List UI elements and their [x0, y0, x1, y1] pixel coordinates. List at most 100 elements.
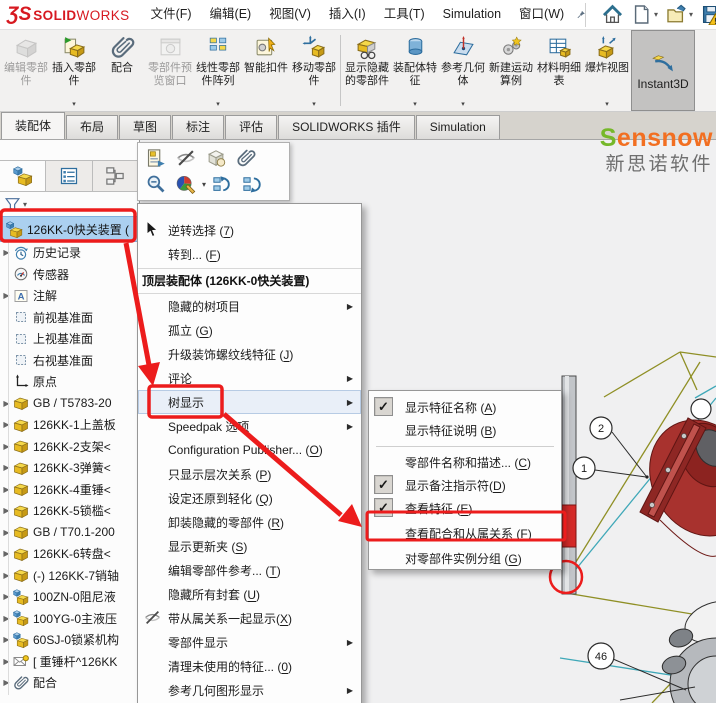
expand-arrow-icon[interactable]: ▶ — [0, 291, 13, 300]
chevron-down-icon[interactable]: ▾ — [413, 100, 417, 108]
ribbon-button-exploded-view[interactable]: 爆炸视图▾ — [583, 30, 631, 111]
tree-filter[interactable]: ▾ — [0, 192, 139, 216]
expand-arrow-icon[interactable]: ▶ — [0, 248, 13, 257]
tree-item[interactable]: 右视基准面 — [0, 350, 139, 372]
context-menu-item[interactable]: 零部件显示▶ — [138, 630, 361, 654]
submenu-item[interactable]: 对零部件实例分组 (G) — [369, 547, 561, 570]
context-menu-item[interactable]: Configuration Publisher... (O) — [138, 438, 361, 462]
context-menu-item[interactable]: 隐藏所有封套 (U) — [138, 582, 361, 606]
context-menu-item[interactable]: 带从属关系一起显示(X) — [138, 606, 361, 630]
expand-arrow-icon[interactable]: ▶ — [0, 528, 13, 537]
menubar-item[interactable]: 插入(I) — [320, 0, 375, 29]
collapse-items-icon[interactable] — [212, 174, 232, 194]
expand-arrow-icon[interactable]: ▶ — [0, 571, 13, 580]
tree-item[interactable]: ▶(-) 126KK-7销轴 — [0, 565, 139, 587]
tree-item[interactable]: 传感器 — [0, 264, 139, 286]
panel-tab-display-tab[interactable] — [46, 161, 92, 191]
submenu-item[interactable]: ✓查看特征 (E) — [369, 497, 561, 520]
pin-icon[interactable] — [577, 6, 585, 23]
magnifier-icon[interactable] — [146, 174, 166, 194]
submenu-item[interactable]: 查看配合和从属关系 (F) — [369, 520, 561, 547]
submenu-item[interactable]: ✓显示特征名称 (A) — [369, 396, 561, 419]
tree-item[interactable]: 前视基准面 — [0, 307, 139, 329]
hide-icon[interactable] — [176, 148, 196, 168]
tree-item[interactable]: ▶126KK-2支架< — [0, 436, 139, 458]
chevron-down-icon[interactable]: ▾ — [72, 100, 76, 108]
insert-into-icon[interactable] — [146, 148, 166, 168]
tree-item[interactable]: ▶126KK-5锁槛< — [0, 500, 139, 522]
ribbon-button-smart-fasteners[interactable]: 智能扣件 — [242, 30, 290, 111]
context-menu-item[interactable]: 隐藏的树项目▶ — [138, 294, 361, 318]
context-menu-item[interactable]: 卸装隐藏的零部件 (R) — [138, 510, 361, 534]
tree-item[interactable]: ▶A注解 — [0, 285, 139, 307]
expand-arrow-icon[interactable]: ▶ — [0, 463, 13, 472]
reorder-icon[interactable] — [242, 174, 262, 194]
chevron-down-icon[interactable]: ▾ — [312, 100, 316, 108]
tree-item[interactable]: ▶配合 — [0, 672, 139, 694]
ribbon-button-instant3d[interactable]: Instant3D — [631, 30, 695, 111]
tree-item[interactable]: ▶100ZN-0阻尼液 — [0, 586, 139, 608]
paperclip-icon[interactable] — [236, 148, 256, 168]
menubar-item[interactable]: 窗口(W) — [510, 0, 573, 29]
command-tab[interactable]: SOLIDWORKS 插件 — [278, 115, 415, 139]
menubar-item[interactable]: 视图(V) — [260, 0, 320, 29]
context-menu-item[interactable]: 转到... (F) — [138, 242, 361, 266]
save-document-button[interactable] — [701, 4, 716, 25]
context-menu-item[interactable]: 编辑零部件参考... (T) — [138, 558, 361, 582]
tree-item[interactable]: ▶126KK-3弹簧< — [0, 457, 139, 479]
command-tab[interactable]: 评估 — [225, 115, 277, 139]
open-document-button[interactable]: ▾ — [666, 4, 693, 25]
tree-item[interactable]: 原点 — [0, 371, 139, 393]
chevron-down-icon[interactable]: ▾ — [689, 10, 693, 19]
new-document-button[interactable]: ▾ — [631, 4, 658, 25]
ribbon-button-motion-study[interactable]: 新建运动算例 — [487, 30, 535, 111]
ribbon-button-assembly-features[interactable]: 装配体特征▾ — [391, 30, 439, 111]
menubar-item[interactable]: 文件(F) — [142, 0, 201, 29]
submenu-item[interactable]: 显示特征说明 (B) — [369, 419, 561, 442]
tree-item[interactable]: ▶GB / T5783-20 — [0, 393, 139, 415]
tree-item[interactable]: ▶126KK-6转盘< — [0, 543, 139, 565]
appearance-icon[interactable] — [176, 174, 196, 194]
ribbon-button-insert-component[interactable]: 插入零部件▾ — [50, 30, 98, 111]
command-tab[interactable]: 装配体 — [1, 112, 65, 139]
expand-arrow-icon[interactable]: ▶ — [0, 592, 13, 601]
tree-item[interactable]: ▶GB / T70.1-200 — [0, 522, 139, 544]
command-tab[interactable]: 布局 — [66, 115, 118, 139]
menubar-item[interactable]: 编辑(E) — [201, 0, 261, 29]
context-menu-item[interactable]: 升级装饰螺纹线特征 (J) — [138, 342, 361, 366]
panel-tab-config-tab[interactable] — [93, 161, 139, 191]
command-tab[interactable]: 标注 — [172, 115, 224, 139]
valve-body-part[interactable] — [630, 402, 716, 557]
menubar-item[interactable]: Simulation — [434, 0, 510, 29]
context-menu-item[interactable]: Speedpak 选项▶ — [138, 414, 361, 438]
expand-arrow-icon[interactable]: ▶ — [0, 657, 13, 666]
ribbon-button-paperclip[interactable]: 配合 — [98, 30, 146, 111]
expand-arrow-icon[interactable]: ▶ — [0, 549, 13, 558]
expand-arrow-icon[interactable]: ▶ — [0, 678, 13, 687]
context-menu-item[interactable]: 评论▶ — [138, 366, 361, 390]
submenu-item[interactable]: 零部件名称和描述... (C) — [369, 451, 561, 474]
isolate-icon[interactable] — [206, 148, 226, 168]
context-menu-item[interactable]: 设定还原到轻化 (Q) — [138, 486, 361, 510]
ribbon-button-bom[interactable]: 材料明细表 — [535, 30, 583, 111]
context-menu-item[interactable]: 逆转选择 (7) — [138, 218, 361, 242]
command-tab[interactable]: 草图 — [119, 115, 171, 139]
tree-item[interactable]: ▶126KK-4重锤< — [0, 479, 139, 501]
context-menu-item[interactable]: 参考几何图形显示▶ — [138, 678, 361, 702]
chevron-down-icon[interactable]: ▾ — [461, 100, 465, 108]
context-menu-item[interactable]: 只显示层次关系 (P) — [138, 462, 361, 486]
ribbon-button-reference-geometry[interactable]: 参考几何体▾ — [439, 30, 487, 111]
chevron-down-icon[interactable]: ▾ — [202, 180, 206, 189]
tree-root-assembly[interactable]: 126KK-0快关装置 ( — [0, 216, 139, 242]
context-menu-item[interactable]: 树显示▶ — [138, 390, 361, 414]
expand-arrow-icon[interactable]: ▶ — [0, 399, 13, 408]
tree-item[interactable]: ▶[ 重锤杆^126KK — [0, 651, 139, 673]
expand-arrow-icon[interactable]: ▶ — [0, 420, 13, 429]
submenu-item[interactable]: ✓显示备注指示符(D) — [369, 474, 561, 497]
chevron-down-icon[interactable]: ▾ — [216, 100, 220, 108]
ribbon-button-move-component[interactable]: 移动零部件▾ — [290, 30, 338, 111]
expand-arrow-icon[interactable]: ▶ — [0, 635, 13, 644]
expand-arrow-icon[interactable]: ▶ — [0, 614, 13, 623]
ribbon-button-linear-pattern[interactable]: 线性零部件阵列▾ — [194, 30, 242, 111]
context-menu-item[interactable]: 显示更新夹 (S) — [138, 534, 361, 558]
